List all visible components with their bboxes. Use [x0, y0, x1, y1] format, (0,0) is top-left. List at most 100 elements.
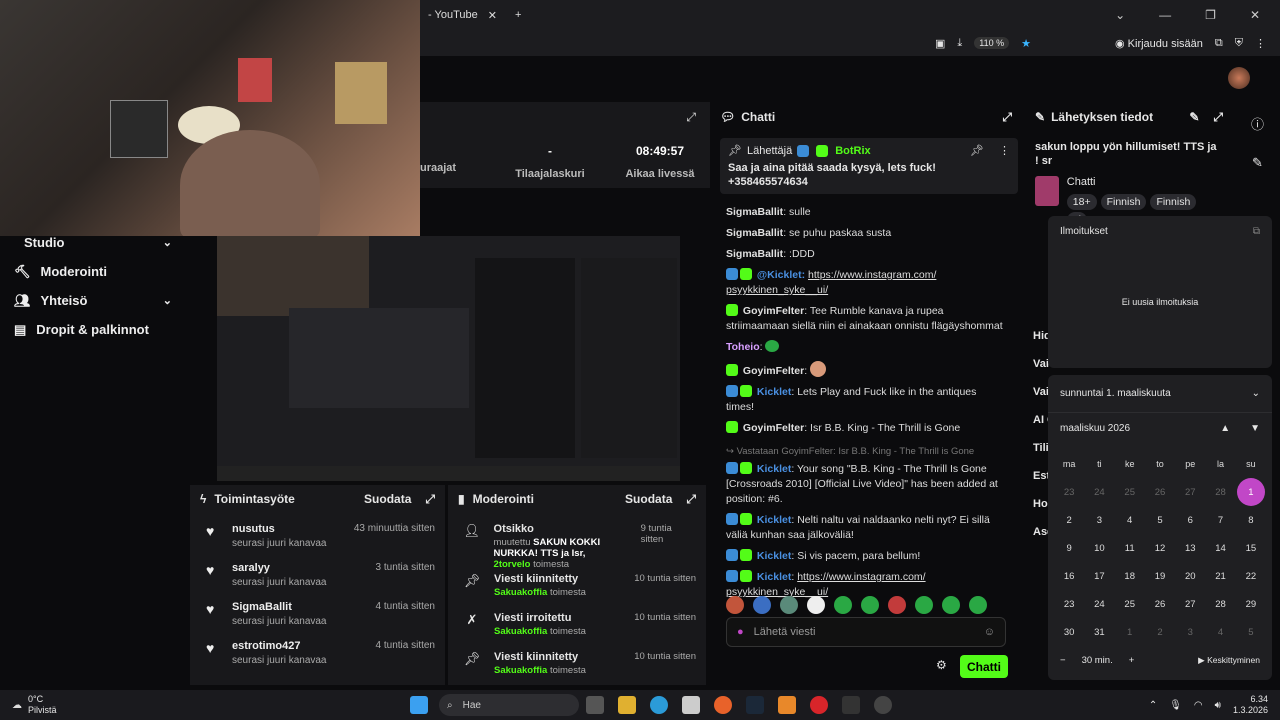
calendar-day[interactable]: 9: [1054, 539, 1084, 557]
calendar-day[interactable]: 6: [1175, 511, 1205, 529]
calendar-day[interactable]: 5: [1236, 623, 1266, 641]
calendar-day[interactable]: 26: [1145, 483, 1175, 501]
minus-icon[interactable]: −: [1060, 655, 1066, 666]
calendar-day[interactable]: 21: [1205, 567, 1235, 585]
chat-mention[interactable]: @Kicklet:: [757, 269, 808, 281]
calendar-day[interactable]: 24: [1084, 483, 1114, 501]
calendar-day[interactable]: 26: [1145, 595, 1175, 613]
calendar-day[interactable]: 4: [1115, 511, 1145, 529]
opera-icon[interactable]: [810, 696, 828, 714]
pinned-user[interactable]: BotRix: [835, 145, 870, 157]
chat-user[interactable]: SigmaBallit: [726, 206, 783, 218]
edit-icon[interactable]: ✎: [1189, 110, 1199, 124]
calendar-day[interactable]: 24: [1084, 595, 1114, 613]
calendar-day[interactable]: 20: [1175, 567, 1205, 585]
popout-icon[interactable]: ⤢: [425, 492, 435, 507]
calendar-day[interactable]: 8: [1236, 511, 1266, 529]
emote-icon[interactable]: [969, 596, 987, 614]
new-tab-icon[interactable]: +: [515, 9, 521, 21]
close-window-icon[interactable]: ✕: [1250, 8, 1260, 22]
calendar-day[interactable]: 23: [1054, 483, 1084, 501]
gear-icon[interactable]: ⚙: [936, 658, 947, 672]
edge-icon[interactable]: [650, 696, 668, 714]
chat-user[interactable]: GoyimFelter: [743, 422, 804, 434]
calendar-day[interactable]: 27: [1175, 595, 1205, 613]
send-button[interactable]: Chatti: [960, 655, 1008, 678]
filter-button[interactable]: Suodata: [364, 492, 411, 506]
steam-icon[interactable]: [746, 696, 764, 714]
firefox-icon[interactable]: [714, 696, 732, 714]
emote-icon[interactable]: [915, 596, 933, 614]
emote-icon[interactable]: [753, 596, 771, 614]
pencil-icon[interactable]: ✎: [1235, 155, 1280, 171]
calendar-day[interactable]: 14: [1205, 539, 1235, 557]
calendar-day[interactable]: 4: [1205, 623, 1235, 641]
calendar-day[interactable]: 27: [1175, 483, 1205, 501]
month-label[interactable]: maaliskuu 2026: [1060, 423, 1130, 434]
user-name[interactable]: nusutus: [232, 523, 327, 535]
calendar-day[interactable]: 18: [1115, 567, 1145, 585]
user-name[interactable]: saralyy: [232, 562, 327, 574]
menu-icon[interactable]: ⋮: [1255, 37, 1266, 50]
calendar-day[interactable]: 2: [1054, 511, 1084, 529]
store-icon[interactable]: [682, 696, 700, 714]
clock[interactable]: 6.34 1.3.2026: [1233, 694, 1268, 716]
windows-start-icon[interactable]: [410, 696, 428, 714]
extensions-icon[interactable]: ⧉: [1215, 37, 1223, 50]
chevron-down-icon[interactable]: ⌄: [1115, 8, 1125, 22]
calendar-day[interactable]: 17: [1084, 567, 1114, 585]
emoji-icon[interactable]: ☺: [984, 626, 995, 638]
category-name[interactable]: Chatti: [1067, 176, 1223, 188]
obs-icon[interactable]: [874, 696, 892, 714]
screenshot-icon[interactable]: ▣: [935, 37, 945, 50]
tag[interactable]: Finnish: [1100, 194, 1147, 210]
emote-icon[interactable]: [807, 596, 825, 614]
wifi-icon[interactable]: ◠: [1194, 700, 1203, 711]
chat-user[interactable]: GoyimFelter: [743, 305, 804, 317]
chat-user[interactable]: SigmaBallit: [726, 227, 783, 239]
terminal-icon[interactable]: [842, 696, 860, 714]
sidebar-item-studio[interactable]: Studio ⌄: [0, 228, 188, 257]
calendar-day[interactable]: 1: [1115, 623, 1145, 641]
mic-icon[interactable]: ●: [737, 626, 744, 638]
calendar-day[interactable]: 11: [1115, 539, 1145, 557]
zoom-badge[interactable]: 110 %: [974, 37, 1010, 49]
chevron-down-icon[interactable]: ▼: [1250, 423, 1260, 434]
mod-user[interactable]: 2torvelo: [494, 559, 531, 570]
emote-icon[interactable]: [726, 596, 744, 614]
avatar[interactable]: [1228, 67, 1250, 89]
calendar-day[interactable]: 12: [1145, 539, 1175, 557]
calendar-day[interactable]: 28: [1205, 595, 1235, 613]
chat-user[interactable]: GoyimFelter: [743, 365, 804, 377]
emote-icon[interactable]: [834, 596, 852, 614]
chat-user[interactable]: Kicklet: [757, 571, 791, 583]
sidebar-item-community[interactable]: 👥︎ Yhteisö ⌄: [0, 286, 188, 315]
chevron-up-icon[interactable]: ▲: [1220, 423, 1230, 434]
calendar-day[interactable]: 23: [1054, 595, 1084, 613]
calendar-day[interactable]: 15: [1236, 539, 1266, 557]
calendar-day[interactable]: 2: [1145, 623, 1175, 641]
calendar-day[interactable]: 3: [1175, 623, 1205, 641]
calendar-day[interactable]: 31: [1084, 623, 1114, 641]
emote-icon[interactable]: [888, 596, 906, 614]
calendar-day[interactable]: 22: [1236, 567, 1266, 585]
restore-icon[interactable]: ❐: [1205, 8, 1216, 22]
calendar-day[interactable]: 7: [1205, 511, 1235, 529]
mic-icon[interactable]: 🎙︎: [1169, 700, 1182, 711]
browser-tab[interactable]: - YouTube ✕ +: [420, 9, 529, 22]
chat-user[interactable]: Kicklet: [757, 463, 791, 475]
chevron-up-icon[interactable]: ⌃: [1149, 700, 1157, 711]
task-view-icon[interactable]: [586, 696, 604, 714]
shield-icon[interactable]: ⛨: [1235, 37, 1243, 50]
calendar-day[interactable]: 25: [1115, 595, 1145, 613]
calendar-day[interactable]: 10: [1084, 539, 1114, 557]
user-name[interactable]: SigmaBallit: [232, 601, 327, 613]
calendar-day[interactable]: 28: [1205, 483, 1235, 501]
calendar-day[interactable]: 19: [1145, 567, 1175, 585]
star-icon[interactable]: ★: [1021, 37, 1031, 50]
popout-icon[interactable]: ⤢: [1213, 110, 1223, 125]
chat-input[interactable]: ● Lähetä viesti ☺: [726, 617, 1006, 647]
chevron-down-icon[interactable]: ⌄: [1252, 388, 1260, 399]
pinned-message[interactable]: 📌︎ Lähettäjä BotRix 📌︎ ⋮ Saa ja aina pit…: [720, 138, 1018, 194]
vlc-icon[interactable]: [778, 696, 796, 714]
